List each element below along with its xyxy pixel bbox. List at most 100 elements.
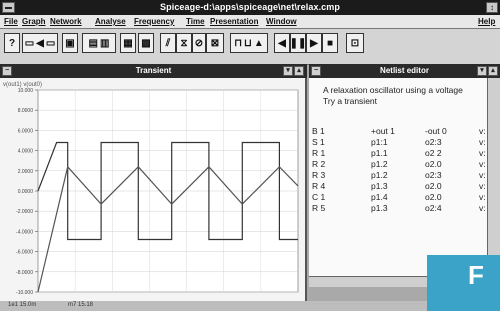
netlist-row[interactable]: C 1 p1.4 o2.0 v: — [309, 192, 487, 203]
menu-graph[interactable]: Graph — [22, 17, 46, 26]
minimize-icon[interactable]: ▾ — [477, 66, 487, 76]
component-value: v: — [479, 192, 486, 202]
node-one: p1.1 — [371, 148, 388, 158]
menu-frequency[interactable]: Frequency — [134, 17, 174, 26]
netlist-titlebar: − Netlist editor ▾ ▴ — [309, 64, 500, 78]
netlist-title: Netlist editor — [380, 66, 429, 75]
netlist-vertical-scrollbar[interactable] — [487, 78, 500, 284]
copy-icon[interactable]: ▤ ▥ — [82, 33, 116, 53]
app-titlebar: Spiceage-d:\apps\spiceage\net\relax.cmp … — [0, 0, 500, 15]
netlist-row[interactable]: R 5 p1.3 o2:4 v: — [309, 203, 487, 214]
component-name: R 4 — [312, 181, 326, 191]
menu-analyse[interactable]: Analyse — [95, 17, 126, 26]
circuit-icon[interactable]: ⊠ — [206, 33, 224, 53]
edit-icon[interactable]: ▦ — [120, 33, 136, 53]
menu-help[interactable]: Help — [478, 17, 495, 26]
status-left: 1e1 15.0m — [8, 302, 37, 308]
node-one: +out 1 — [371, 126, 395, 136]
stop-icon[interactable]: ▶ — [306, 33, 322, 53]
app-title: Spiceage-d:\apps\spiceage\net\relax.cmp — [160, 2, 340, 12]
netlist-row[interactable]: S 1 p1:1 o2:3 v: — [309, 137, 487, 148]
y-tick-label: 0.0000 — [18, 189, 34, 195]
netlist-row[interactable]: R 1 p1.1 o2 2 v: — [309, 148, 487, 159]
netlist-row[interactable]: R 2 p1.2 o2.0 v: — [309, 159, 487, 170]
transient-icon[interactable]: ⊡ — [346, 33, 364, 53]
node-two: o2.0 — [425, 181, 442, 191]
component-name: R 1 — [312, 148, 326, 158]
overlay-block — [427, 255, 500, 311]
maximize-icon[interactable]: ▴ — [294, 66, 304, 76]
node-one: p1.2 — [371, 170, 388, 180]
print-icon[interactable]: ▩ — [138, 33, 154, 53]
transient-plot: v(out1) v(out0) 10.0008.00006.00004.0000… — [3, 82, 299, 296]
node-one: p1.2 — [371, 159, 388, 169]
component-name: S 1 — [312, 137, 325, 147]
netlist-comment: A relaxation oscillator using a voltage — [323, 85, 463, 95]
node-one: p1.4 — [371, 192, 388, 202]
netlist-editor[interactable]: A relaxation oscillator using a voltage … — [309, 78, 487, 284]
y-tick-label: 10.000 — [18, 88, 34, 94]
analyse-icon[interactable]: ⊓ ⊔ ▲ — [230, 33, 268, 53]
node-one: p1.3 — [371, 203, 388, 213]
meter-icon[interactable]: ⊘ — [192, 33, 206, 53]
node-two: o2:3 — [425, 170, 442, 180]
y-tick-label: 8.0000 — [18, 108, 34, 114]
y-tick-label: -8.0000 — [16, 270, 33, 276]
node-two: o2.0 — [425, 192, 442, 202]
component-icon[interactable]: ⫽ — [160, 33, 176, 53]
y-tick-label: 4.0000 — [18, 149, 34, 155]
netlist-row[interactable]: R 3 p1.2 o2:3 v: — [309, 170, 487, 181]
y-tick-label: -10.000 — [16, 290, 33, 296]
toolbar: ? ▭ ◀ ▭ ▣ ▤ ▥ ▦ ▩ ⫽ ⧖ ⊘ ⊠ ⊓ ⊔ ▲ ◀ ❚❚ ▶ ■ ⊡ — [0, 29, 500, 65]
node-two: o2 2 — [425, 148, 442, 158]
netlist-comment: Try a transient — [323, 96, 378, 106]
component-name: C 1 — [312, 192, 326, 202]
menu-bar: File Graph Network Analyse Frequency Tim… — [0, 15, 500, 29]
component-value: v: — [479, 148, 486, 158]
status-right: m7 15.18 — [68, 302, 94, 308]
node-two: o2.0 — [425, 159, 442, 169]
node-two: o2:4 — [425, 203, 442, 213]
status-bar: 1e1 15.0m m7 15.18 — [0, 301, 500, 311]
transient-titlebar: − Transient ▾ ▴ — [0, 64, 307, 78]
component-name: R 3 — [312, 170, 326, 180]
overlay-letter: F — [468, 260, 484, 290]
menu-presentation[interactable]: Presentation — [210, 17, 258, 26]
y-tick-label: -2.0000 — [16, 209, 33, 215]
y-tick-label: -4.0000 — [16, 229, 33, 235]
component-value: v: — [479, 126, 486, 136]
component-name: B 1 — [312, 126, 325, 136]
minimize-icon[interactable]: ▾ — [283, 66, 293, 76]
y-tick-label: 6.0000 — [18, 128, 34, 134]
y-tick-label: -6.0000 — [16, 250, 33, 256]
help-icon[interactable]: ? — [4, 33, 20, 53]
menu-network[interactable]: Network — [50, 17, 82, 26]
node-two: o2:3 — [425, 137, 442, 147]
component-value: v: — [479, 159, 486, 169]
netlist-row[interactable]: B 1 +out 1 -out 0 v: — [309, 126, 487, 137]
restore-icon[interactable]: ↕ — [486, 2, 498, 13]
menu-time[interactable]: Time — [186, 17, 205, 26]
node-two: -out 0 — [425, 126, 447, 136]
node-one: p1.3 — [371, 181, 388, 191]
menu-file[interactable]: File — [4, 17, 18, 26]
save-icon[interactable]: ▣ — [62, 33, 78, 53]
step-icon[interactable]: ◀ — [274, 33, 290, 53]
menu-window[interactable]: Window — [266, 17, 297, 26]
y-tick-label: 2.0000 — [18, 169, 34, 175]
maximize-icon[interactable]: ▴ — [488, 66, 498, 76]
transient-plot-area: v(out1) v(out0) 10.000 8.0000 6.0000 4.0000… — [0, 78, 307, 301]
node-one: p1:1 — [371, 137, 388, 147]
component-value: v: — [479, 137, 486, 147]
component-name: R 2 — [312, 159, 326, 169]
source-icon[interactable]: ⧖ — [176, 33, 192, 53]
component-value: v: — [479, 170, 486, 180]
play-icon[interactable]: ❚❚ — [290, 33, 306, 53]
component-name: R 5 — [312, 203, 326, 213]
record-icon[interactable]: ■ — [322, 33, 338, 53]
transient-title: Transient — [135, 66, 172, 75]
run-icon[interactable]: ▭ ◀ ▭ — [22, 33, 58, 53]
netlist-row[interactable]: R 4 p1.3 o2.0 v: — [309, 181, 487, 192]
component-value: v: — [479, 181, 486, 191]
component-value: v: — [479, 203, 486, 213]
